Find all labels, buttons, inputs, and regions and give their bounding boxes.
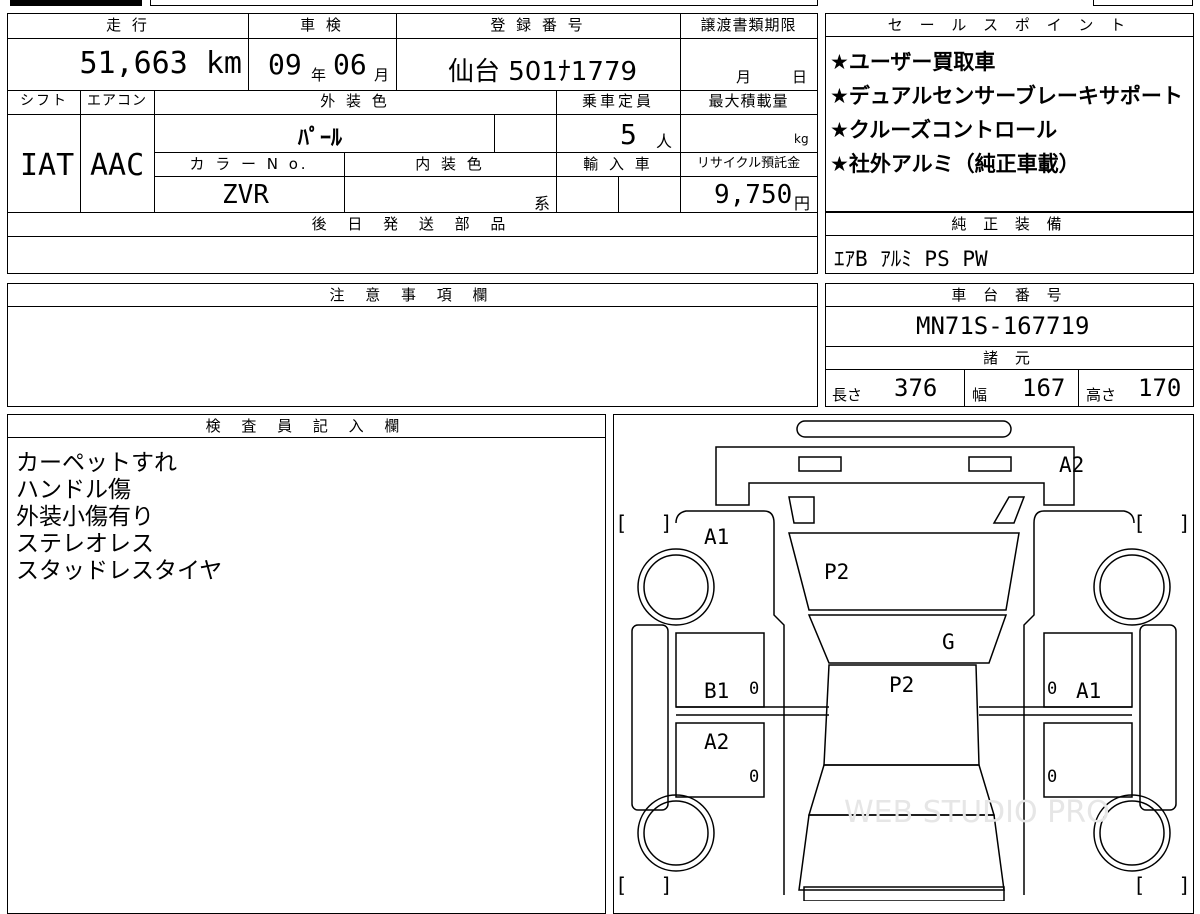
transfer-month-unit: 月 xyxy=(736,68,752,86)
height-label: 高さ xyxy=(1086,386,1117,404)
mark-roof: P2 xyxy=(889,673,915,697)
sales-point-3: ★クルーズコントロール xyxy=(830,118,1058,142)
genuine-equipment-label: 純 正 装 備 xyxy=(826,213,1193,236)
shift-label: シフト xyxy=(20,93,68,109)
car-condition-diagram: A2 A1 P2 G P2 B1 A2 A1 0 0 0 0 [ ] [ ] [… xyxy=(613,414,1194,914)
month-unit: 月 xyxy=(374,66,390,84)
length-label: 長さ xyxy=(832,386,863,404)
mark-front-left-fender: A1 xyxy=(704,525,730,549)
transfer-day-unit: 日 xyxy=(792,68,808,86)
import-label: 輸 入 車 xyxy=(583,155,653,173)
zero-left-2: 0 xyxy=(749,767,760,787)
recycle-unit: 円 xyxy=(794,194,811,213)
bracket-bl-open: [ xyxy=(618,873,626,897)
interior-color-label: 内 装 色 xyxy=(415,155,485,173)
chassis-label: 車 台 番 号 xyxy=(826,284,1193,307)
chassis-value: MN71S-167719 xyxy=(916,312,1090,340)
sales-points-label: セ ー ル ス ポ イ ン ト xyxy=(826,14,1193,37)
exterior-color-label: 外 装 色 xyxy=(320,92,390,110)
vehicle-info-table: 走 行 車 検 登 録 番 号 譲渡書類期限 51,663 km 09 年 06… xyxy=(7,13,818,274)
mark-left-rear-door: A2 xyxy=(704,730,730,754)
zero-right-1: 0 xyxy=(1047,679,1058,699)
capacity-label: 乗車定員 xyxy=(581,92,654,110)
inspection-year: 09 xyxy=(268,48,302,81)
notes-panel: 注 意 事 項 欄 xyxy=(7,283,818,407)
shift-value: IAT xyxy=(20,148,75,183)
inspector-notes-label: 検 査 員 記 入 欄 xyxy=(8,415,605,438)
zero-left-1: 0 xyxy=(749,679,760,699)
width-value: 167 xyxy=(1022,374,1066,402)
interior-suffix: 系 xyxy=(534,194,551,213)
mark-hood: P2 xyxy=(824,560,850,584)
top-black-tab xyxy=(10,0,142,6)
mark-right-front-door: A1 xyxy=(1076,679,1102,703)
later-parts-label: 後 日 発 送 部 品 xyxy=(311,215,514,233)
inspection-month: 06 xyxy=(333,48,367,81)
bracket-tr-open: [ xyxy=(1136,511,1144,535)
mark-windshield: G xyxy=(942,630,955,654)
transfer-deadline-label: 譲渡書類期限 xyxy=(700,16,797,34)
genuine-equipment-value: ｴｱB ｱﾙﾐ PS PW xyxy=(834,247,988,271)
specs-label: 諸 元 xyxy=(826,347,1193,370)
recycle-value: 9,750 xyxy=(714,180,793,210)
top-strip xyxy=(150,0,818,6)
max-load-unit: kg xyxy=(794,132,809,146)
recycle-label: リサイクル預託金 xyxy=(696,156,801,171)
bracket-br-close: ] xyxy=(1180,873,1188,897)
watermark: WEB STUDIO PRO xyxy=(844,795,1110,830)
length-value: 376 xyxy=(894,374,938,402)
year-unit: 年 xyxy=(311,66,327,84)
bracket-bl-close: ] xyxy=(662,873,670,897)
sales-points-panel: セ ー ル ス ポ イ ン ト ★ユーザー買取車 ★デュアルセンサーブレーキサポ… xyxy=(825,13,1194,212)
bracket-tr-close: ] xyxy=(1180,511,1188,535)
color-no-label: カ ラ ー N o. xyxy=(189,155,309,173)
sales-point-4: ★社外アルミ（純正車載） xyxy=(830,152,1080,176)
sales-point-2: ★デュアルセンサーブレーキサポート xyxy=(830,84,1183,108)
registration-value: 仙台 501ﾅ1779 xyxy=(448,57,638,87)
inspection-label: 車 検 xyxy=(300,16,344,34)
zero-right-2: 0 xyxy=(1047,767,1058,787)
mark-rear-right: A2 xyxy=(1059,453,1085,477)
bracket-tl-open: [ xyxy=(618,511,626,535)
inspector-line-5: スタッドレスタイヤ xyxy=(16,558,223,584)
capacity-value: 5 xyxy=(620,118,637,151)
notes-label: 注 意 事 項 欄 xyxy=(8,284,817,307)
max-load-label: 最大積載量 xyxy=(708,92,789,110)
sales-point-1: ★ユーザー買取車 xyxy=(830,50,996,74)
mileage-label: 走 行 xyxy=(106,16,150,34)
width-label: 幅 xyxy=(972,386,988,404)
capacity-unit: 人 xyxy=(656,132,673,151)
aircon-value: AAC xyxy=(90,148,145,183)
bracket-tl-close: ] xyxy=(662,511,670,535)
top-strip-right xyxy=(1093,0,1193,6)
color-no-value: ZVR xyxy=(222,180,269,210)
exterior-color-value: ﾊﾟｰﾙ xyxy=(298,126,343,151)
registration-label: 登 録 番 号 xyxy=(490,16,586,34)
height-value: 170 xyxy=(1138,374,1182,402)
bracket-br-open: [ xyxy=(1136,873,1144,897)
chassis-panel: 車 台 番 号 MN71S-167719 諸 元 長さ 376 幅 167 高さ… xyxy=(825,283,1194,407)
aircon-label: エアコン xyxy=(87,93,147,109)
mark-left-front-door: B1 xyxy=(704,679,730,703)
mileage-value: 51,663 km xyxy=(79,46,242,81)
genuine-equipment-panel: 純 正 装 備 ｴｱB ｱﾙﾐ PS PW xyxy=(825,212,1194,274)
inspector-notes-panel: 検 査 員 記 入 欄 カーペットすれ ハンドル傷 外装小傷有り ステレオレス … xyxy=(7,414,606,914)
